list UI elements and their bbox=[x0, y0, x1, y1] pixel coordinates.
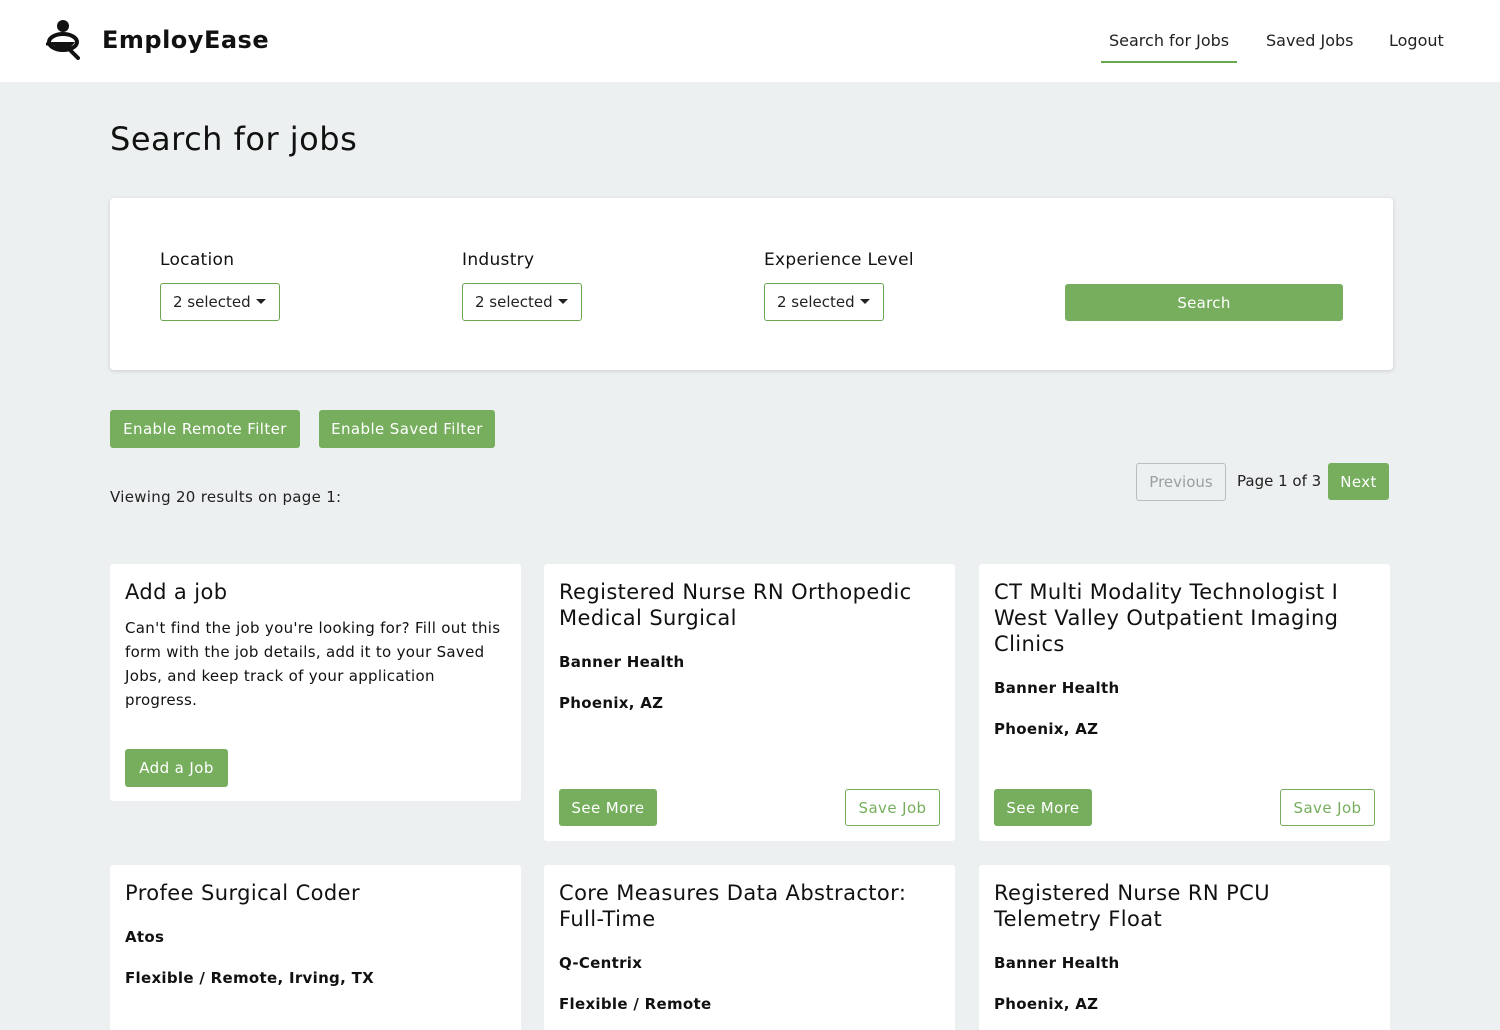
next-button[interactable]: Next bbox=[1328, 463, 1389, 500]
location-value: 2 selected bbox=[173, 293, 251, 311]
job-card: Core Measures Data Abstractor: Full-Time… bbox=[544, 865, 955, 1030]
job-card: Registered Nurse RN Orthopedic Medical S… bbox=[544, 564, 955, 841]
job-location: Phoenix, AZ bbox=[559, 694, 664, 712]
job-company: Q-Centrix bbox=[559, 954, 643, 972]
job-card: Profee Surgical Coder Atos Flexible / Re… bbox=[110, 865, 521, 1030]
caret-down-icon bbox=[859, 298, 870, 304]
job-title[interactable]: Profee Surgical Coder bbox=[125, 880, 501, 906]
job-company: Banner Health bbox=[559, 653, 685, 671]
page-title: Search for jobs bbox=[110, 120, 358, 158]
navbar: EmployEase Search for Jobs Saved Jobs Lo… bbox=[0, 0, 1500, 82]
industry-dropdown[interactable]: 2 selected bbox=[462, 283, 582, 321]
job-company: Atos bbox=[125, 928, 165, 946]
see-more-button[interactable]: See More bbox=[559, 789, 657, 826]
nav-search-jobs[interactable]: Search for Jobs bbox=[1100, 31, 1238, 63]
see-more-button[interactable]: See More bbox=[994, 789, 1092, 826]
brand[interactable]: EmployEase bbox=[44, 18, 269, 62]
previous-button[interactable]: Previous bbox=[1136, 463, 1226, 501]
job-title[interactable]: CT Multi Modality Technologist I West Va… bbox=[994, 579, 1370, 657]
job-location: Flexible / Remote bbox=[559, 995, 712, 1013]
industry-value: 2 selected bbox=[475, 293, 553, 311]
save-job-button[interactable]: Save Job bbox=[1280, 789, 1375, 826]
search-button[interactable]: Search bbox=[1065, 284, 1343, 321]
save-job-button[interactable]: Save Job bbox=[845, 789, 940, 826]
nav-logout[interactable]: Logout bbox=[1389, 31, 1444, 50]
job-title[interactable]: Registered Nurse RN PCU Telemetry Float bbox=[994, 880, 1370, 932]
filter-panel: Location 2 selected Industry 2 selected … bbox=[110, 198, 1393, 370]
job-card: Registered Nurse RN PCU Telemetry Float … bbox=[979, 865, 1390, 1030]
job-title[interactable]: Registered Nurse RN Orthopedic Medical S… bbox=[559, 579, 935, 631]
job-location: Phoenix, AZ bbox=[994, 995, 1099, 1013]
experience-dropdown[interactable]: 2 selected bbox=[764, 283, 884, 321]
location-label: Location bbox=[160, 250, 235, 270]
location-dropdown[interactable]: 2 selected bbox=[160, 283, 280, 321]
experience-label: Experience Level bbox=[764, 250, 914, 270]
enable-saved-filter-button[interactable]: Enable Saved Filter bbox=[319, 410, 495, 448]
job-company: Banner Health bbox=[994, 954, 1120, 972]
logo-icon bbox=[46, 20, 80, 60]
brand-name: EmployEase bbox=[102, 26, 270, 54]
enable-remote-filter-button[interactable]: Enable Remote Filter bbox=[110, 410, 300, 448]
nav-saved-jobs[interactable]: Saved Jobs bbox=[1266, 31, 1354, 50]
add-job-button[interactable]: Add a Job bbox=[125, 749, 228, 787]
page-indicator: Page 1 of 3 bbox=[1237, 472, 1322, 490]
add-job-card: Add a job Can't find the job you're look… bbox=[110, 564, 521, 801]
card-title: Add a job bbox=[125, 580, 228, 604]
job-location: Flexible / Remote, Irving, TX bbox=[125, 969, 375, 987]
job-location: Phoenix, AZ bbox=[994, 720, 1099, 738]
job-card: CT Multi Modality Technologist I West Va… bbox=[979, 564, 1390, 841]
job-title[interactable]: Core Measures Data Abstractor: Full-Time bbox=[559, 880, 935, 932]
caret-down-icon bbox=[557, 298, 568, 304]
experience-value: 2 selected bbox=[777, 293, 855, 311]
job-company: Banner Health bbox=[994, 679, 1120, 697]
card-description: Can't find the job you're looking for? F… bbox=[125, 619, 501, 709]
results-summary: Viewing 20 results on page 1: bbox=[110, 488, 342, 506]
caret-down-icon bbox=[255, 298, 266, 304]
industry-label: Industry bbox=[462, 250, 535, 270]
